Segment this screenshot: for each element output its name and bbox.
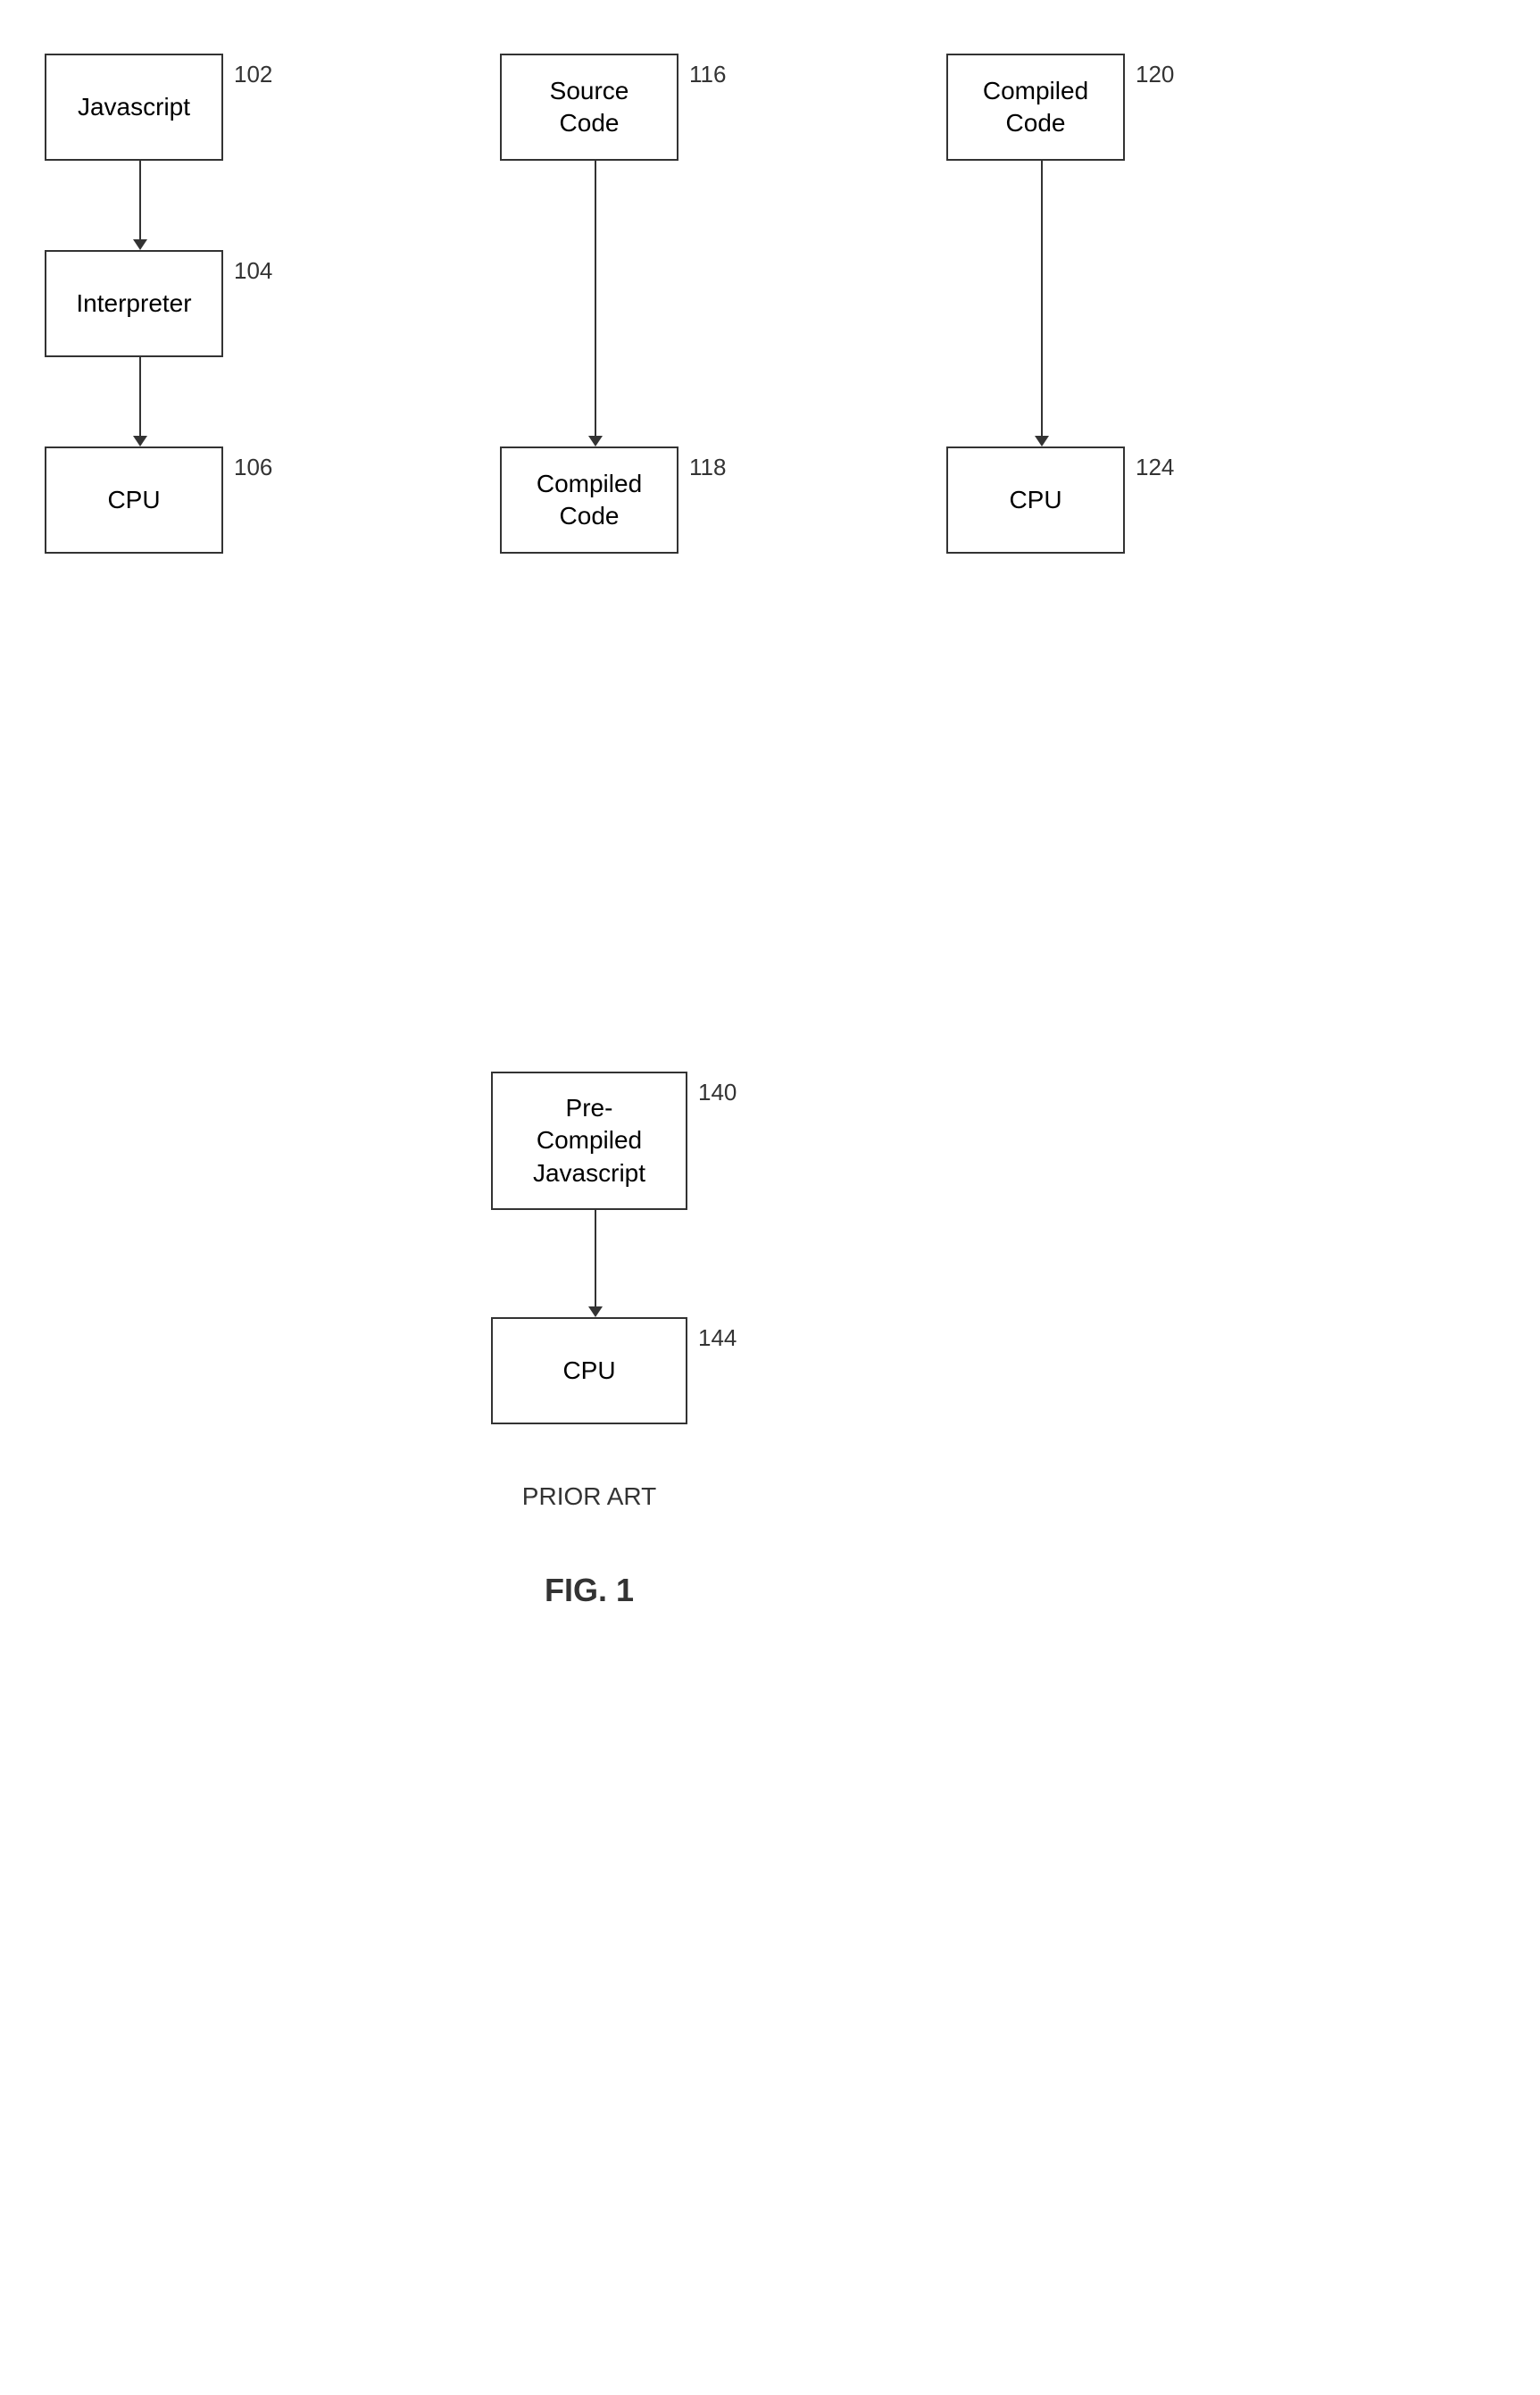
ref-118: 118 (689, 454, 726, 481)
source-code-box: Source Code (500, 54, 678, 161)
ref-102: 102 (234, 61, 272, 88)
interpreter-box: Interpreter (45, 250, 223, 357)
cpu-box-col4: CPU (491, 1317, 687, 1424)
ref-104: 104 (234, 257, 272, 285)
ref-144: 144 (698, 1324, 737, 1352)
ref-120: 120 (1136, 61, 1174, 88)
arrow-source-to-compiled (588, 161, 603, 446)
ref-106: 106 (234, 454, 272, 481)
prior-art-label: PRIOR ART (473, 1482, 705, 1511)
ref-116: 116 (689, 61, 726, 88)
pre-compiled-js-box: Pre- Compiled Javascript (491, 1072, 687, 1210)
ref-140: 140 (698, 1079, 737, 1106)
arrow-interpreter-to-cpu (133, 357, 147, 446)
figure-label: FIG. 1 (455, 1572, 723, 1609)
arrow-precompiled-to-cpu (588, 1210, 603, 1317)
cpu-box-col1: CPU (45, 446, 223, 554)
ref-124: 124 (1136, 454, 1174, 481)
javascript-box: Javascript (45, 54, 223, 161)
arrow-js-to-interpreter (133, 161, 147, 250)
compiled-code-box-col2: Compiled Code (500, 446, 678, 554)
cpu-box-col3: CPU (946, 446, 1125, 554)
compiled-code-box-col3: Compiled Code (946, 54, 1125, 161)
arrow-compiled-to-cpu-col3 (1035, 161, 1049, 446)
